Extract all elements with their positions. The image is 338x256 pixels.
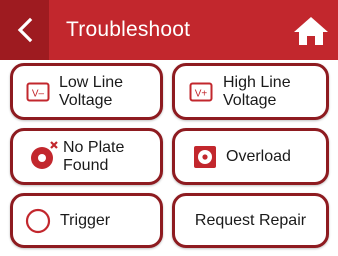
overload-label: Overload: [226, 147, 291, 165]
svg-text:V–: V–: [32, 88, 45, 99]
high-line-voltage-label: High Line Voltage: [223, 73, 291, 109]
no-plate-found-button[interactable]: No Plate Found: [10, 128, 163, 185]
chevron-left-icon: [17, 17, 32, 43]
high-line-voltage-button[interactable]: V+ High Line Voltage: [172, 63, 329, 120]
header-bar: Troubleshoot: [0, 0, 338, 60]
trigger-button[interactable]: Trigger: [10, 193, 163, 248]
overload-icon: [194, 145, 216, 168]
home-icon[interactable]: [293, 16, 329, 46]
high-voltage-icon: V+: [189, 82, 213, 102]
low-voltage-icon: V–: [26, 82, 50, 102]
low-line-voltage-label: Low Line Voltage: [59, 73, 124, 109]
no-plate-icon: [30, 138, 60, 170]
trigger-label: Trigger: [60, 211, 111, 229]
request-repair-button[interactable]: Request Repair: [172, 193, 329, 248]
trigger-icon: [25, 208, 51, 234]
overload-button[interactable]: Overload: [172, 128, 329, 185]
low-line-voltage-button[interactable]: V– Low Line Voltage: [10, 63, 163, 120]
request-repair-label: Request Repair: [194, 211, 307, 229]
page-title: Troubleshoot: [66, 18, 191, 41]
back-button[interactable]: [0, 0, 49, 60]
no-plate-found-label: No Plate Found: [63, 138, 125, 174]
svg-text:V+: V+: [195, 88, 208, 99]
